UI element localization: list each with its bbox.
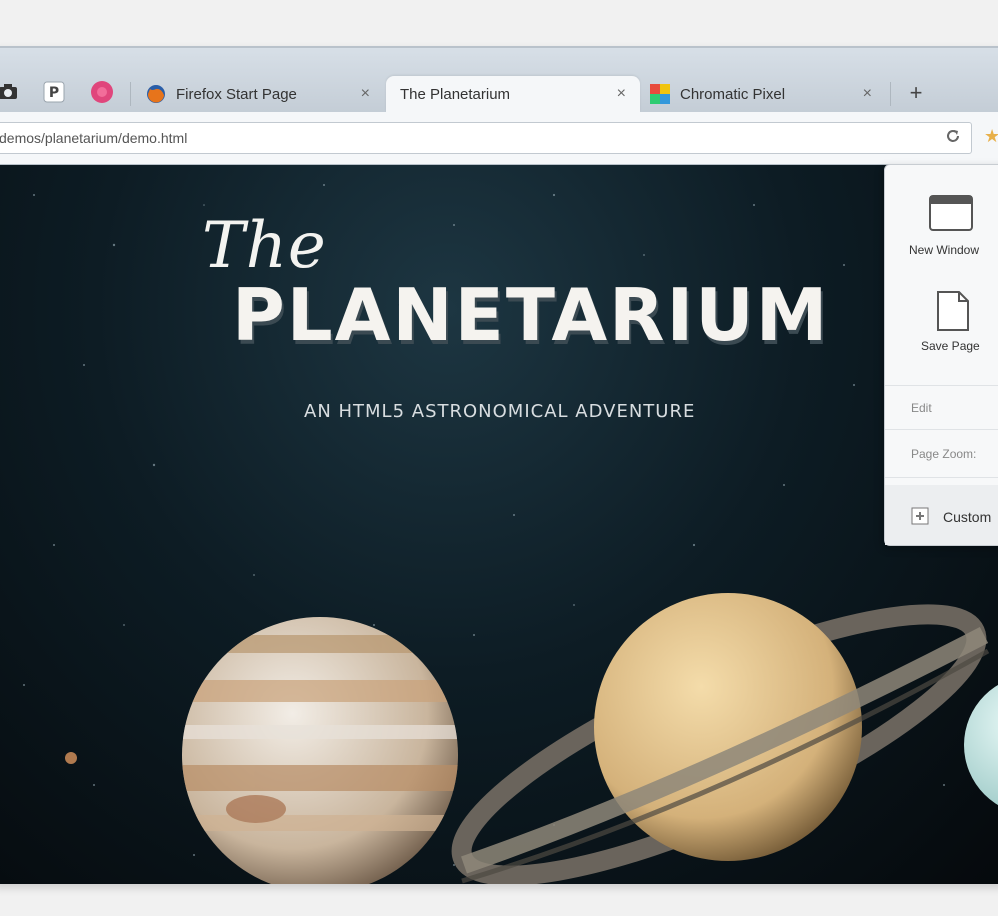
tab-title: Firefox Start Page [176,85,297,103]
close-icon[interactable]: × [361,85,370,103]
svg-text:P: P [49,85,59,101]
new-window-label: New Window [909,243,980,257]
tab-strip: P Firefox Start Page × The Planetarium ×… [0,48,998,112]
small-planet [65,752,77,764]
saturn [451,593,990,884]
bookmark-star-icon[interactable]: ★ [984,126,998,147]
window-icon [929,195,973,234]
chromatic-pixel-icon [650,84,670,104]
url-bar[interactable]: demos/planetarium/demo.html [0,122,972,154]
menu-page-zoom[interactable]: Page Zoom: [911,447,998,461]
customize-label[interactable]: Custom [943,509,991,525]
close-icon[interactable]: × [617,85,626,103]
navigation-bar: demos/planetarium/demo.html ★ [0,112,998,165]
tab-title: The Planetarium [400,85,511,103]
tab-firefox-start[interactable]: Firefox Start Page × [146,76,370,112]
jupiter [182,617,458,884]
p-logo-icon: P [43,81,65,103]
reload-icon[interactable] [945,128,961,149]
menu-separator [885,385,998,386]
page-subtitle: An HTML5 Astronomical Adventure [304,401,696,422]
uranus [964,684,998,806]
menu-panel: New Window Save Page Edit Page Zoom: Cus… [884,164,998,546]
tab-title: Chromatic Pixel [680,85,786,103]
url-text: demos/planetarium/demo.html [0,130,188,146]
firefox-icon [146,84,166,104]
tab-chromatic-pixel[interactable]: Chromatic Pixel × [650,76,872,112]
save-page-label: Save Page [921,339,980,353]
tab-separator [890,82,891,106]
page-title-script: The [202,209,327,283]
camera-icon [0,83,18,101]
page-icon [937,291,969,334]
customize-icon[interactable] [911,507,929,530]
page-title-main: Planetarium [232,273,830,357]
pinned-tab-flickr[interactable] [84,74,120,110]
tab-separator [130,82,131,106]
close-icon[interactable]: × [863,85,872,103]
browser-window: P Firefox Start Page × The Planetarium ×… [0,46,998,884]
tab-planetarium[interactable]: The Planetarium × [386,76,640,112]
page-content: The Planetarium An HTML5 Astronomical Ad… [0,165,998,884]
new-tab-button[interactable]: + [904,78,928,108]
pinned-tab-p[interactable]: P [36,74,72,110]
pinned-tab-camera[interactable] [0,74,26,110]
menu-edit[interactable]: Edit [911,401,998,415]
menu-footer: Custom [885,485,998,545]
menu-separator [885,429,998,430]
flickr-icon [90,80,114,104]
menu-separator [885,477,998,478]
